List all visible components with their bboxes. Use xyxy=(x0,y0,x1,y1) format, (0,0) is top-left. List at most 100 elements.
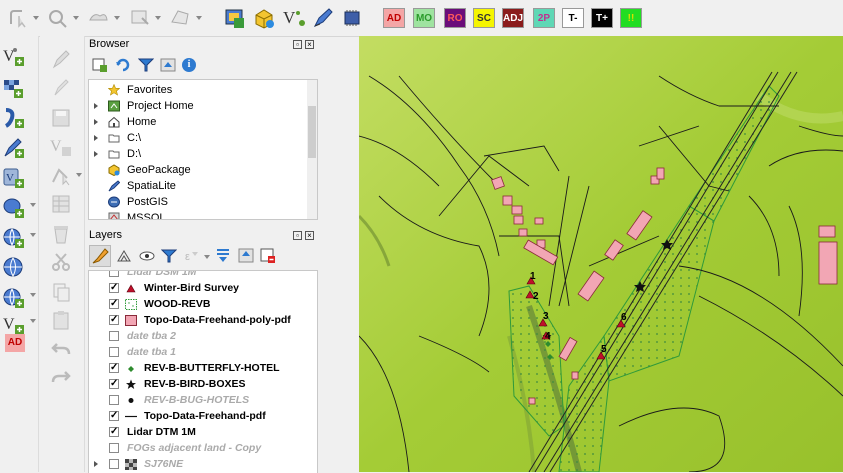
layer-visibility-checkbox[interactable]: ✓ xyxy=(109,283,119,293)
layer-item[interactable]: FOGs adjacent land - Copy xyxy=(89,441,315,456)
expand-arrow-icon[interactable] xyxy=(94,119,98,125)
add-delimited-text-icon[interactable] xyxy=(2,106,26,130)
layer-item[interactable]: ✓ REV-B-BUTTERFLY-HOTEL xyxy=(89,361,315,376)
layer-item[interactable]: ✓ Topo-Data-Freehand-pdf xyxy=(89,409,315,424)
float-panel-icon[interactable]: ▫ xyxy=(293,40,302,49)
dropdown-arrow-icon[interactable] xyxy=(30,233,36,237)
browser-item[interactable]: C:\ xyxy=(89,130,305,146)
geopackage-layer-icon[interactable] xyxy=(252,6,276,30)
select-all-icon[interactable] xyxy=(128,6,152,30)
browser-item[interactable]: Project Home xyxy=(89,98,305,114)
dropdown-arrow-icon[interactable] xyxy=(30,293,36,297)
save-edits-icon[interactable] xyxy=(49,106,73,130)
layer-item[interactable]: ✓ Winter-Bird Survey xyxy=(89,281,315,296)
info-icon[interactable]: i xyxy=(182,58,196,72)
layer-visibility-checkbox[interactable]: ✓ xyxy=(109,363,119,373)
dropdown-arrow-icon[interactable] xyxy=(73,16,79,20)
close-panel-icon[interactable]: × xyxy=(305,231,314,240)
select-by-value-icon[interactable] xyxy=(168,6,192,30)
layer-visibility-checkbox[interactable] xyxy=(109,331,119,341)
collapse-all-layers-icon[interactable] xyxy=(238,248,254,264)
digitize-pen-icon[interactable] xyxy=(311,6,335,30)
layer-item[interactable]: ✓ Topo-Data-Freehand-poly-pdf xyxy=(89,313,315,328)
add-wms-icon[interactable] xyxy=(2,226,26,250)
filter-legend-icon[interactable] xyxy=(160,248,178,264)
expand-arrow-icon[interactable] xyxy=(94,461,98,467)
tag-button[interactable]: !! xyxy=(620,8,642,28)
select-features-icon[interactable] xyxy=(6,6,30,30)
browser-item[interactable]: PostGIS xyxy=(89,194,305,210)
browser-item[interactable]: GeoPackage xyxy=(89,162,305,178)
dropdown-arrow-icon[interactable] xyxy=(155,16,161,20)
layer-visibility-checkbox[interactable]: ✓ xyxy=(109,411,119,421)
add-layer-icon[interactable] xyxy=(222,6,246,30)
browser-item[interactable]: Home xyxy=(89,114,305,130)
redo-icon[interactable] xyxy=(49,364,73,388)
dropdown-arrow-icon[interactable] xyxy=(30,203,36,207)
tag-button[interactable]: T- xyxy=(562,8,584,28)
undo-icon[interactable] xyxy=(49,336,73,360)
layer-item[interactable]: ✓ WOOD-REVB xyxy=(89,297,315,312)
float-panel-icon[interactable]: ▫ xyxy=(293,231,302,240)
tag-button[interactable]: RO xyxy=(444,8,466,28)
layer-visibility-checkbox[interactable]: ✓ xyxy=(109,315,119,325)
tag-button[interactable]: AD xyxy=(383,8,405,28)
filter-expression-icon[interactable]: ε xyxy=(184,248,200,264)
select-by-location-icon[interactable] xyxy=(45,6,69,30)
layer-item[interactable]: Lidar DSM 1M xyxy=(89,271,315,280)
attribute-table-icon[interactable] xyxy=(49,192,73,216)
remove-layer-icon[interactable] xyxy=(260,248,276,264)
browser-item[interactable]: D:\ xyxy=(89,146,305,162)
dropdown-arrow-icon[interactable] xyxy=(33,16,39,20)
expand-arrow-icon[interactable] xyxy=(94,135,98,141)
add-virtual-layer-icon[interactable]: V xyxy=(2,166,26,190)
layer-item[interactable]: ✓ Lidar DTM 1M xyxy=(89,425,315,440)
tag-button[interactable]: MO xyxy=(413,8,435,28)
style-layer-button[interactable] xyxy=(89,245,111,267)
expand-all-icon[interactable] xyxy=(215,248,231,264)
toggle-editing-icon[interactable] xyxy=(49,76,73,100)
layer-visibility-checkbox[interactable] xyxy=(109,395,119,405)
add-spatialite-icon[interactable] xyxy=(2,136,26,160)
dropdown-arrow-icon[interactable] xyxy=(204,255,210,259)
layer-item[interactable]: date tba 2 xyxy=(89,329,315,344)
copy-features-icon[interactable] xyxy=(49,280,73,304)
expand-arrow-icon[interactable] xyxy=(94,151,98,157)
paste-features-icon[interactable] xyxy=(49,308,73,332)
new-vector-layer-icon[interactable]: V xyxy=(281,6,305,30)
browser-scrollbar[interactable] xyxy=(307,80,317,219)
layer-item[interactable]: date tba 1 xyxy=(89,345,315,360)
collapse-all-icon[interactable] xyxy=(160,58,176,72)
dropdown-arrow-icon[interactable] xyxy=(196,16,202,20)
layer-visibility-checkbox[interactable]: ✓ xyxy=(109,299,119,309)
dropdown-arrow-icon[interactable] xyxy=(114,16,120,20)
layer-item[interactable]: ✓ REV-B-BIRD-BOXES xyxy=(89,377,315,392)
expand-arrow-icon[interactable] xyxy=(94,103,98,109)
tag-button[interactable]: 2P xyxy=(533,8,555,28)
deselect-icon[interactable] xyxy=(86,6,110,30)
layer-item[interactable]: SJ76NE xyxy=(89,457,315,472)
processing-chip-icon[interactable] xyxy=(340,6,364,30)
add-raster-layer-icon[interactable] xyxy=(2,76,26,100)
add-selected-layers-icon[interactable] xyxy=(92,58,108,72)
layer-item[interactable]: REV-B-BUG-HOTELS xyxy=(89,393,315,408)
layer-visibility-checkbox[interactable] xyxy=(109,271,119,277)
digitize-vector-icon[interactable]: V xyxy=(49,134,73,158)
tag-button[interactable]: T+ xyxy=(591,8,613,28)
layer-visibility-checkbox[interactable] xyxy=(109,459,119,469)
layer-visibility-checkbox[interactable]: ✓ xyxy=(109,379,119,389)
new-vector-icon[interactable]: V xyxy=(2,312,26,336)
filter-icon[interactable] xyxy=(137,58,155,72)
add-postgis-icon[interactable] xyxy=(2,196,26,220)
manage-visibility-icon[interactable] xyxy=(139,248,155,264)
browser-item[interactable]: Favorites xyxy=(89,82,305,98)
scrollbar-thumb[interactable] xyxy=(308,106,316,158)
tag-button[interactable]: ADJ xyxy=(502,8,524,28)
vertex-tool-icon[interactable] xyxy=(49,164,73,188)
cut-features-icon[interactable] xyxy=(49,250,73,274)
ad-tag-button[interactable]: AD xyxy=(5,334,25,352)
add-wcs-icon[interactable] xyxy=(2,286,26,310)
dropdown-arrow-icon[interactable] xyxy=(30,319,36,323)
add-group-icon[interactable] xyxy=(116,248,132,264)
delete-selected-icon[interactable] xyxy=(49,222,73,246)
